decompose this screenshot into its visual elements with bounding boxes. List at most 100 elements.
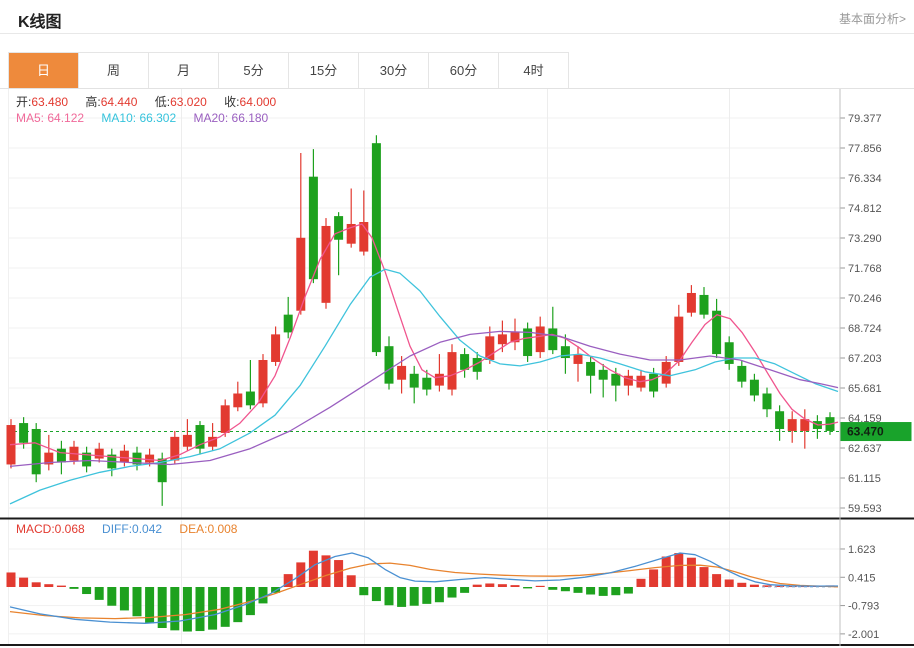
ohlc-info-row: 开:63.480 高:64.440 低:63.020 收:64.000 — [16, 93, 290, 110]
macd-bar — [523, 587, 532, 588]
macd-bar — [737, 583, 746, 587]
candle-body — [737, 366, 746, 382]
tab-day[interactable]: 日 — [9, 53, 79, 89]
macd-bar — [334, 560, 343, 587]
macd-bar — [410, 587, 419, 606]
macd-bar — [712, 574, 721, 587]
kline-app: { "header": { "title": "K线图", "link": "基… — [0, 0, 914, 648]
macd-bar — [183, 587, 192, 632]
main-axis-label: 79.377 — [848, 113, 882, 125]
candle-body — [284, 315, 293, 333]
macd-bar — [611, 587, 620, 595]
macd-bar — [107, 587, 116, 606]
macd-bar — [133, 587, 142, 616]
main-axis-label: 77.856 — [848, 143, 882, 155]
candle-body — [309, 177, 318, 279]
candle-body — [246, 392, 255, 406]
candle-body — [233, 393, 242, 407]
tab-4hour[interactable]: 4时 — [499, 53, 569, 89]
candle-body — [448, 352, 457, 389]
main-axis-label: 62.637 — [848, 443, 882, 455]
main-axis-label: 65.681 — [848, 383, 882, 395]
tab-15min[interactable]: 15分 — [289, 53, 359, 89]
ma10-value: 66.302 — [139, 111, 176, 125]
candle-body — [674, 317, 683, 362]
ma5-value: 64.122 — [47, 111, 84, 125]
high-label: 高: — [85, 95, 100, 109]
main-axis-label: 76.334 — [848, 173, 882, 185]
candle-body — [145, 455, 154, 463]
macd-bar — [70, 587, 79, 589]
candle-body — [700, 295, 709, 315]
dea-value: 0.008 — [207, 522, 237, 536]
candle-body — [725, 342, 734, 364]
main-axis-label: 70.246 — [848, 293, 882, 305]
main-axis-label: 71.768 — [848, 263, 882, 275]
candle-body — [687, 293, 696, 313]
candle-body — [19, 423, 28, 443]
macd-bar — [397, 587, 406, 607]
candle-body — [599, 370, 608, 380]
ma10-label: MA10: — [101, 111, 136, 125]
macd-bar — [750, 585, 759, 587]
macd-bar — [359, 587, 368, 595]
macd-bar — [95, 587, 104, 600]
macd-bar — [44, 584, 53, 587]
close-label: 收: — [224, 95, 239, 109]
candle-body — [385, 346, 394, 383]
header-divider — [0, 33, 914, 34]
tab-week[interactable]: 周 — [79, 53, 149, 89]
candle-body — [57, 449, 66, 463]
main-axis-label: 61.115 — [848, 473, 881, 485]
tab-60min[interactable]: 60分 — [429, 53, 499, 89]
macd-bar — [637, 579, 646, 587]
period-tab-bar: 日 周 月 5分 15分 30分 60分 4时 — [8, 52, 569, 89]
candle-body — [32, 429, 41, 474]
macd-bar — [536, 586, 545, 587]
macd-bar — [170, 587, 179, 630]
low-value: 63.020 — [170, 95, 207, 109]
candle-body — [334, 216, 343, 240]
candle-body — [120, 451, 129, 463]
macd-bar — [511, 585, 520, 587]
close-value: 64.000 — [240, 95, 277, 109]
dea-label: DEA: — [179, 522, 207, 536]
macd-value: 0.068 — [55, 522, 85, 536]
macd-axis-label: -2.001 — [848, 629, 879, 641]
macd-bar — [586, 587, 595, 594]
current-price-badge-label: 63.470 — [847, 425, 884, 439]
fundamental-analysis-link[interactable]: 基本面分析> — [839, 10, 906, 27]
candle-body — [322, 226, 331, 303]
ma20-label: MA20: — [193, 111, 228, 125]
candle-body — [259, 360, 268, 403]
tab-5min[interactable]: 5分 — [219, 53, 289, 89]
tab-month[interactable]: 月 — [149, 53, 219, 89]
candle-body — [95, 449, 104, 459]
ma-info-row: MA5: 64.122 MA10: 66.302 MA20: 66.180 — [16, 111, 282, 125]
candle-body — [775, 411, 784, 429]
ma20-value: 66.180 — [232, 111, 269, 125]
macd-bar — [662, 557, 671, 587]
macd-bar — [548, 587, 557, 590]
tab-30min[interactable]: 30分 — [359, 53, 429, 89]
macd-bar — [422, 587, 431, 604]
candle-body — [410, 374, 419, 388]
macd-bar — [649, 569, 658, 587]
macd-bar — [347, 575, 356, 587]
macd-bar — [208, 587, 217, 630]
candle-body — [586, 362, 595, 376]
macd-bar — [372, 587, 381, 601]
main-axis-label: 67.203 — [848, 353, 882, 365]
main-axis-label: 59.593 — [848, 503, 882, 515]
macd-bar — [385, 587, 394, 605]
macd-bar — [57, 586, 66, 587]
candle-body — [649, 374, 658, 392]
macd-bar — [485, 583, 494, 587]
candle-body — [536, 326, 545, 352]
macd-bar — [574, 587, 583, 593]
main-axis-label: 74.812 — [848, 203, 882, 215]
ma5-label: MA5: — [16, 111, 44, 125]
macd-axis-label: -0.793 — [848, 601, 879, 613]
open-label: 开: — [16, 95, 31, 109]
macd-bar — [599, 587, 608, 596]
